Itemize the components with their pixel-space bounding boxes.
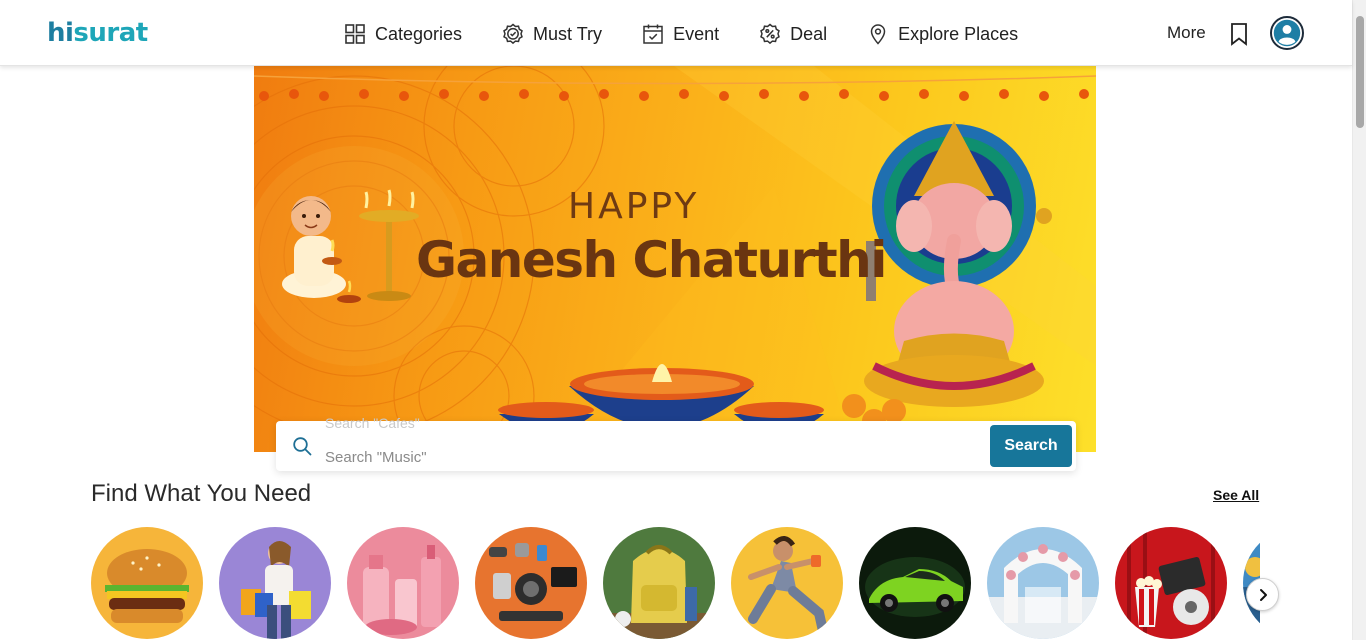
- category-cars[interactable]: [859, 527, 971, 639]
- nav-deal[interactable]: Deal: [759, 23, 827, 45]
- user-avatar[interactable]: [1270, 16, 1304, 50]
- sports-car-image: [859, 527, 971, 639]
- top-header: hisurat Categories Must Try Event Deal E…: [0, 0, 1352, 66]
- shopping-image: [219, 527, 331, 639]
- nav-deal-label: Deal: [790, 23, 828, 44]
- category-fitness[interactable]: [731, 527, 843, 639]
- nav-must-try-label: Must Try: [533, 23, 603, 44]
- main-nav: Categories Must Try Event Deal Explore P…: [344, 20, 1058, 48]
- movies-image: [1115, 527, 1227, 639]
- search-input[interactable]: [325, 447, 925, 467]
- scrollbar-thumb[interactable]: [1356, 16, 1364, 128]
- section-title: Find What You Need: [91, 480, 312, 507]
- category-movies[interactable]: [1115, 527, 1227, 639]
- category-wedding[interactable]: [987, 527, 1099, 639]
- see-all-link[interactable]: See All: [1213, 487, 1259, 503]
- more-menu-button[interactable]: More: [1167, 23, 1206, 43]
- category-shopping[interactable]: [219, 527, 331, 639]
- search-bar: Search "Cafes" Search: [276, 415, 1076, 471]
- banner-line-happy: HAPPY: [568, 186, 700, 227]
- category-electronics[interactable]: [475, 527, 587, 639]
- bookmark-icon[interactable]: [1228, 22, 1250, 46]
- burger-image: [91, 527, 203, 639]
- chevron-right-icon: [1259, 588, 1267, 601]
- page-scrollbar[interactable]: [1352, 0, 1366, 640]
- category-burger[interactable]: [91, 527, 203, 639]
- search-button[interactable]: Search: [990, 425, 1072, 467]
- percent-badge-icon: [759, 23, 781, 45]
- nav-event-label: Event: [673, 23, 720, 44]
- nav-categories-label: Categories: [375, 23, 463, 44]
- backpack-image: [603, 527, 715, 639]
- nav-explore-places-label: Explore Places: [898, 23, 1019, 44]
- beauty-products-image: [347, 527, 459, 639]
- badge-check-icon: [502, 23, 524, 45]
- nav-event[interactable]: Event: [642, 23, 719, 45]
- grid-icon: [344, 23, 366, 45]
- category-carousel: [91, 526, 1260, 640]
- user-icon: [1273, 19, 1301, 47]
- category-backpack[interactable]: [603, 527, 715, 639]
- fitness-image: [731, 527, 843, 639]
- logo-surat: surat: [73, 18, 148, 48]
- nav-must-try[interactable]: Must Try: [502, 23, 602, 45]
- nav-explore-places[interactable]: Explore Places: [867, 23, 1018, 45]
- search-icon: [292, 436, 312, 456]
- hisurat-logo[interactable]: hisurat: [47, 16, 148, 50]
- banner-title: Ganesh Chaturthi: [416, 231, 887, 289]
- calendar-check-icon: [642, 23, 664, 45]
- category-beauty[interactable]: [347, 527, 459, 639]
- carousel-next-button[interactable]: [1246, 578, 1279, 611]
- electronics-image: [475, 527, 587, 639]
- wedding-venue-image: [987, 527, 1099, 639]
- festival-banner[interactable]: HAPPY Ganesh Chaturthi: [254, 66, 1096, 452]
- logo-hi: hi: [47, 18, 74, 48]
- map-pin-icon: [867, 23, 889, 45]
- search-rotating-hint: Search "Cafes": [325, 415, 420, 431]
- nav-categories[interactable]: Categories: [344, 23, 462, 45]
